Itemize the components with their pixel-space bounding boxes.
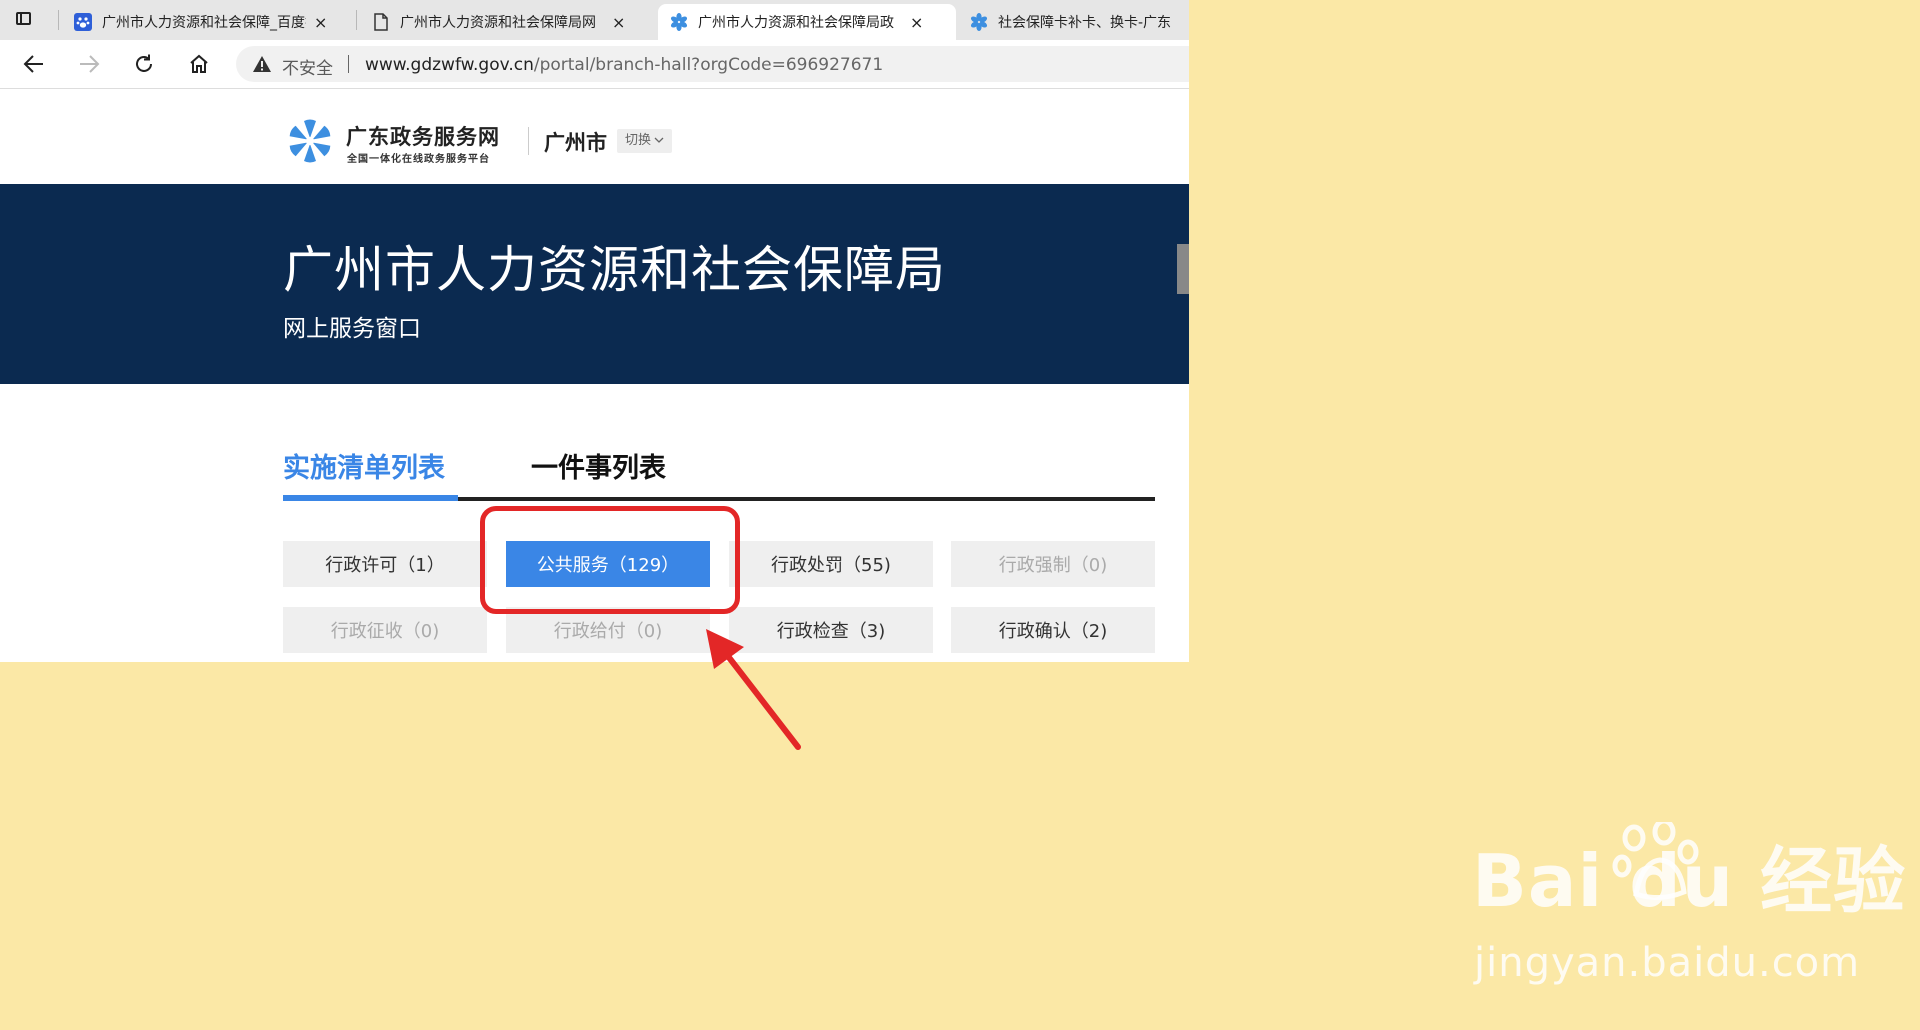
tab-label: 广州市人力资源和社会保障局政 — [698, 15, 894, 31]
tab-implementation-list[interactable]: 实施清单列表 — [283, 446, 445, 485]
tab-hrss-gov-active[interactable]: 广州市人力资源和社会保障局政 × — [658, 4, 956, 40]
tab-label: 广州市人力资源和社会保障局网 — [400, 15, 596, 31]
city-switch-button[interactable]: 切换 — [617, 129, 673, 153]
browser-window: 广州市人力资源和社会保障_百度搜 × 广州市人力资源和社会保障局网 × 广州市人… — [0, 0, 1189, 662]
page-subtitle: 网上服务窗口 — [283, 316, 421, 342]
category-button[interactable]: 行政确认（2) — [951, 607, 1155, 653]
category-button[interactable]: 行政处罚（55) — [729, 541, 933, 587]
highlight-annotation — [480, 506, 740, 614]
page-title: 广州市人力资源和社会保障局 — [283, 241, 946, 299]
guangdong-logo-icon[interactable] — [286, 117, 334, 169]
divider — [528, 127, 529, 155]
list-tabs: 实施清单列表 一件事列表 — [283, 440, 1155, 502]
watermark-brand: Bai du 经验 — [1472, 839, 1907, 923]
tab-actions-icon[interactable] — [14, 9, 34, 29]
baidu-paw-icon — [74, 13, 92, 31]
chevron-down-icon — [654, 137, 664, 143]
category-button-disabled: 行政强制（0) — [951, 541, 1155, 587]
logo-title[interactable]: 广东政务服务网 — [346, 121, 500, 151]
tab-social-card[interactable]: 社会保障卡补卡、换卡-广东 — [958, 4, 1189, 40]
tab-separator — [58, 10, 59, 30]
close-icon[interactable]: × — [314, 13, 328, 32]
tab-one-thing-list[interactable]: 一件事列表 — [531, 446, 666, 485]
divider — [348, 55, 349, 73]
guangdong-logo-icon — [970, 13, 988, 31]
document-icon — [372, 13, 390, 31]
watermark-url: jingyan.baidu.com — [1474, 940, 1861, 986]
security-label[interactable]: 不安全 — [282, 54, 333, 79]
close-icon[interactable]: × — [612, 13, 626, 32]
tab-hrss-portal[interactable]: 广州市人力资源和社会保障局网 × — [360, 4, 654, 40]
refresh-icon[interactable] — [130, 50, 158, 78]
url-path: /portal/branch-hall?orgCode=696927671 — [533, 55, 884, 75]
city-name: 广州市 — [544, 131, 607, 155]
tab-strip: 广州市人力资源和社会保障_百度搜 × 广州市人力资源和社会保障局网 × 广州市人… — [0, 0, 1189, 40]
address-bar[interactable]: 不安全 www.gdzwfw.gov.cn/portal/branch-hall… — [236, 46, 1189, 82]
active-tab-indicator — [283, 495, 458, 501]
annotation-arrow-icon — [700, 625, 804, 757]
logo-subtitle: 全国一体化在线政务服务平台 — [347, 154, 490, 165]
forward-arrow-icon[interactable] — [75, 50, 103, 78]
address-bar-row: 不安全 www.gdzwfw.gov.cn/portal/branch-hall… — [0, 40, 1189, 89]
tab-separator — [356, 10, 357, 30]
site-header: 广东政务服务网 全国一体化在线政务服务平台 广州市 切换 — [0, 89, 1189, 184]
url-text[interactable]: www.gdzwfw.gov.cn/portal/branch-hall?org… — [365, 55, 883, 75]
category-button-disabled: 行政征收（0) — [283, 607, 487, 653]
close-icon[interactable]: × — [910, 13, 924, 32]
back-arrow-icon[interactable] — [20, 50, 48, 78]
scrollbar-thumb[interactable] — [1177, 244, 1189, 294]
warning-icon — [252, 55, 272, 77]
switch-label: 切换 — [625, 133, 652, 148]
url-host: www.gdzwfw.gov.cn — [365, 55, 534, 75]
tab-label: 社会保障卡补卡、换卡-广东 — [998, 15, 1172, 31]
org-banner: 广州市人力资源和社会保障局 网上服务窗口 — [0, 184, 1189, 384]
category-button[interactable]: 行政许可（1） — [283, 541, 487, 587]
tab-baidu-search[interactable]: 广州市人力资源和社会保障_百度搜 × — [62, 4, 352, 40]
tab-label: 广州市人力资源和社会保障_百度搜 — [102, 15, 306, 31]
home-icon[interactable] — [185, 50, 213, 78]
guangdong-logo-icon — [670, 13, 688, 31]
